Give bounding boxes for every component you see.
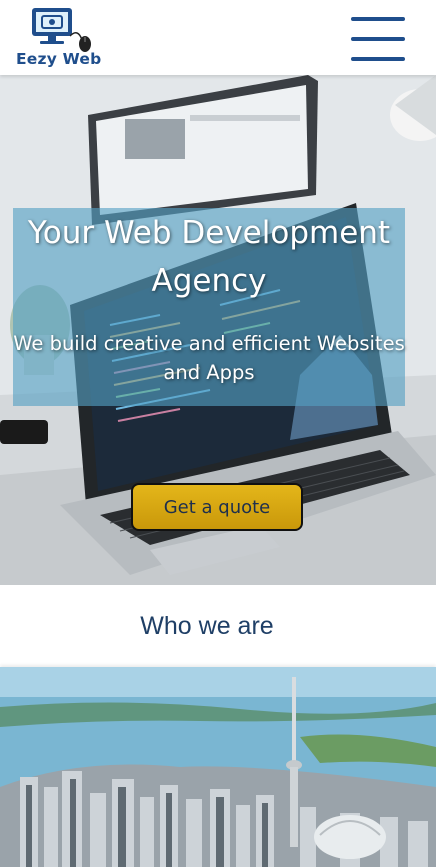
logo[interactable]: Eezy Web [16,6,108,70]
get-a-quote-button[interactable]: Get a quote [131,483,303,531]
computer-mouse-icon [32,8,91,52]
page: Eezy Web Your Web Development Agency We … [0,0,436,867]
hero-subtitle: We build creative and efficient Websites… [13,332,405,384]
section-heading-who-we-are: Who we are [140,612,274,640]
site-header: Eezy Web [0,0,436,75]
city-skyline-image [0,667,436,867]
logo-text: Eezy Web [16,50,102,68]
hero-title: Your Web Development Agency [27,215,391,299]
hamburger-menu-icon[interactable] [351,17,405,63]
hero-section: Your Web Development Agency We build cre… [0,75,436,585]
city-aerial-illustration [0,667,436,867]
